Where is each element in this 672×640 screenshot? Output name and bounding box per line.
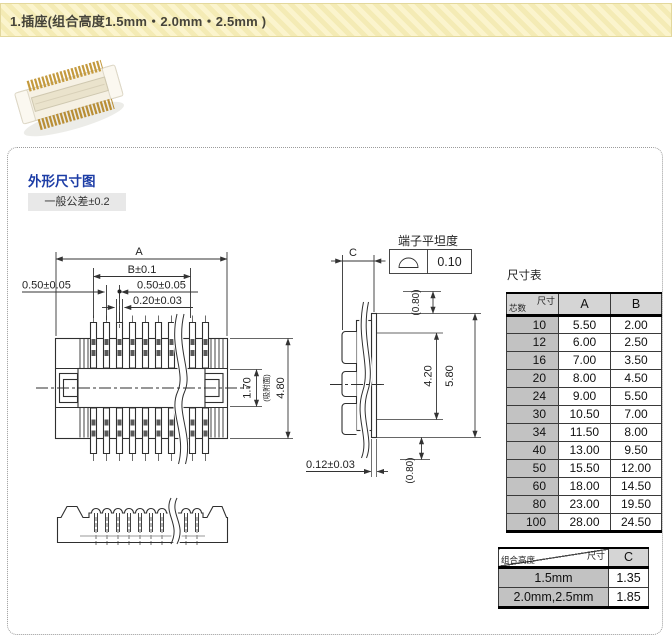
cell-pins: 20 (506, 368, 559, 388)
cell-c: 1.85 (608, 586, 649, 608)
corner-bottom-label: 组合高度 (501, 554, 536, 565)
column-b-header: B (610, 292, 662, 316)
height-table-corner-cell: 尺寸 组合高度 (498, 547, 609, 568)
column-a-header: A (558, 292, 611, 316)
cell-b: 8.00 (610, 422, 662, 442)
cell-a: 15.50 (558, 458, 611, 478)
cell-b: 12.00 (610, 458, 662, 478)
cell-b: 2.00 (610, 314, 662, 334)
cell-pins: 10 (506, 314, 559, 334)
cell-a: 5.50 (558, 314, 611, 334)
cell-c: 1.35 (608, 566, 649, 588)
tolerance-note: 一般公差±0.2 (28, 193, 126, 211)
height-table-header-row: 尺寸 组合高度 C (498, 547, 649, 568)
cell-pins: 60 (506, 476, 559, 496)
height-table: 尺寸 组合高度 C 1.5mm 1.35 2.0mm,2.5mm 1.85 (498, 547, 649, 609)
cell-pins: 80 (506, 494, 559, 514)
corner-top-label: 尺寸 (536, 296, 555, 306)
table-row: 2.0mm,2.5mm 1.85 (498, 586, 649, 608)
table-row: 16 7.00 3.50 (506, 350, 662, 370)
cell-a: 23.00 (558, 494, 611, 514)
cell-pins: 16 (506, 350, 559, 370)
table-row: 20 8.00 4.50 (506, 368, 662, 388)
table-row: 100 28.00 24.50 (506, 512, 662, 532)
table-row: 24 9.00 5.50 (506, 386, 662, 406)
page-header-band: 1.插座(组合高度1.5mm・2.0mm・2.5mm ) (0, 3, 672, 37)
table-row: 30 10.50 7.00 (506, 404, 662, 424)
cell-height: 1.5mm (498, 566, 609, 588)
cell-b: 3.50 (610, 350, 662, 370)
cell-b: 9.50 (610, 440, 662, 460)
cell-pins: 34 (506, 422, 559, 442)
cell-pins: 100 (506, 512, 559, 532)
cell-a: 8.00 (558, 368, 611, 388)
size-table-corner-cell: 尺寸 芯数 (506, 292, 559, 316)
table-row: 10 5.50 2.00 (506, 314, 662, 334)
table-row: 80 23.00 19.50 (506, 494, 662, 514)
cell-b: 7.00 (610, 404, 662, 424)
cell-a: 7.00 (558, 350, 611, 370)
datasheet-page: { "banner": { "title": "1.插座(组合高度1.5mm・2… (0, 0, 672, 640)
cell-pins: 24 (506, 386, 559, 406)
size-table-header-row: 尺寸 芯数 A B (506, 292, 662, 316)
cell-b: 2.50 (610, 332, 662, 352)
table-row: 12 6.00 2.50 (506, 332, 662, 352)
section-title: 外形尺寸图 (28, 174, 96, 189)
table-row: 1.5mm 1.35 (498, 566, 649, 588)
cell-b: 5.50 (610, 386, 662, 406)
cell-b: 19.50 (610, 494, 662, 514)
table-row: 60 18.00 14.50 (506, 476, 662, 496)
cell-a: 13.00 (558, 440, 611, 460)
table-row: 50 15.50 12.00 (506, 458, 662, 478)
table-row: 34 11.50 8.00 (506, 422, 662, 442)
table-row: 40 13.00 9.50 (506, 440, 662, 460)
cell-a: 6.00 (558, 332, 611, 352)
size-table-title: 尺寸表 (507, 270, 542, 282)
page-title: 1.插座(组合高度1.5mm・2.0mm・2.5mm ) (10, 13, 267, 29)
cell-b: 24.50 (610, 512, 662, 532)
cell-a: 18.00 (558, 476, 611, 496)
product-photo (14, 59, 124, 137)
cell-pins: 12 (506, 332, 559, 352)
cell-a: 28.00 (558, 512, 611, 532)
cell-b: 14.50 (610, 476, 662, 496)
cell-height: 2.0mm,2.5mm (498, 586, 609, 608)
cell-pins: 30 (506, 404, 559, 424)
corner-bottom-label: 芯数 (509, 302, 527, 313)
cell-a: 10.50 (558, 404, 611, 424)
cell-b: 4.50 (610, 368, 662, 388)
corner-top-label: 尺寸 (586, 551, 605, 561)
cell-a: 11.50 (558, 422, 611, 442)
cell-pins: 50 (506, 458, 559, 478)
cell-pins: 40 (506, 440, 559, 460)
cell-a: 9.00 (558, 386, 611, 406)
size-table: 尺寸 芯数 A B 10 5.50 2.00 12 6.00 2.50 16 7.00 3.… (506, 292, 662, 533)
column-c-header: C (608, 547, 649, 568)
